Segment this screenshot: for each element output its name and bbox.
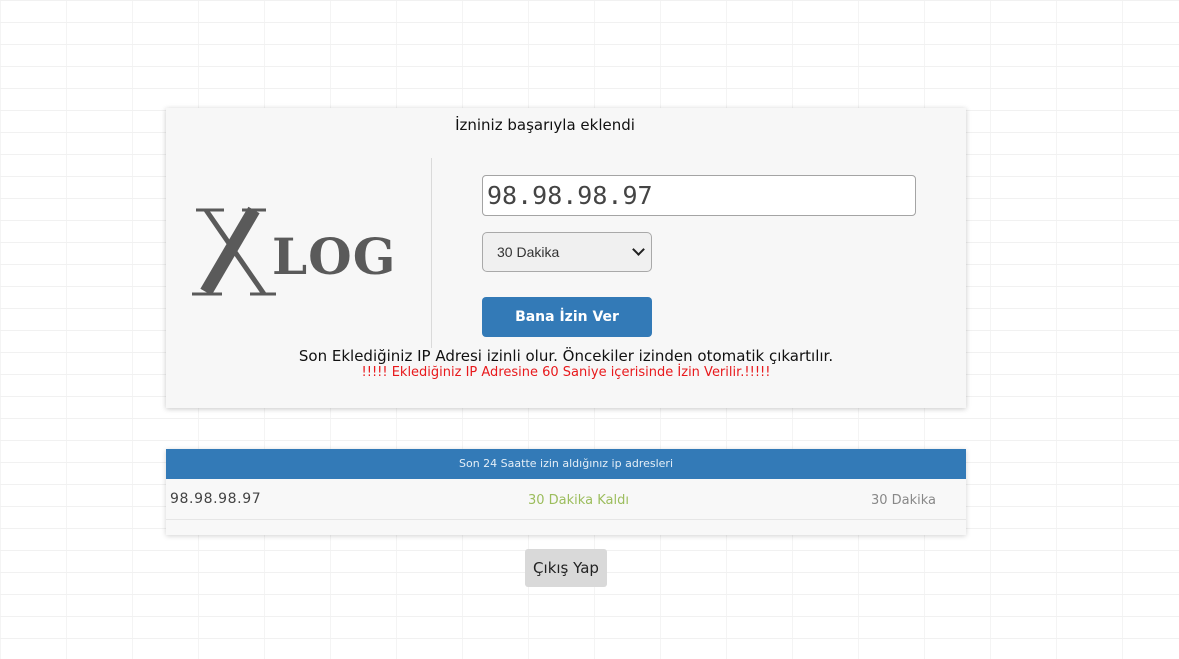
table-row: 98.98.98.97 30 Dakika Kaldı 30 Dakika <box>166 479 966 520</box>
chevron-down-icon <box>632 243 645 256</box>
history-ip: 98.98.98.97 <box>170 491 262 507</box>
ip-address-input[interactable] <box>482 175 916 216</box>
duration-select[interactable]: 30 Dakika <box>482 232 652 272</box>
duration-select-value: 30 Dakika <box>497 244 560 260</box>
logo-log-text: LOG <box>272 227 396 286</box>
warning-text: !!!!! Eklediğiniz IP Adresine 60 Saniye … <box>361 365 771 380</box>
history-header: Son 24 Saatte izin aldığınız ip adresler… <box>166 449 966 479</box>
permission-card: İzniniz başarıyla eklendi LOG 30 Dakika … <box>166 108 966 408</box>
success-message: İzniniz başarıyla eklendi <box>455 116 635 134</box>
logout-button[interactable]: Çıkış Yap <box>525 549 607 587</box>
vertical-divider <box>431 158 432 348</box>
history-remaining: 30 Dakika Kaldı <box>528 493 629 508</box>
xlog-logo: LOG <box>192 206 396 296</box>
grant-permission-button[interactable]: Bana İzin Ver <box>482 297 652 337</box>
ip-history-table: Son 24 Saatte izin aldığınız ip adresler… <box>166 449 966 535</box>
history-duration: 30 Dakika <box>870 493 936 508</box>
info-text: Son Eklediğiniz IP Adresi izinli olur. Ö… <box>298 347 834 365</box>
